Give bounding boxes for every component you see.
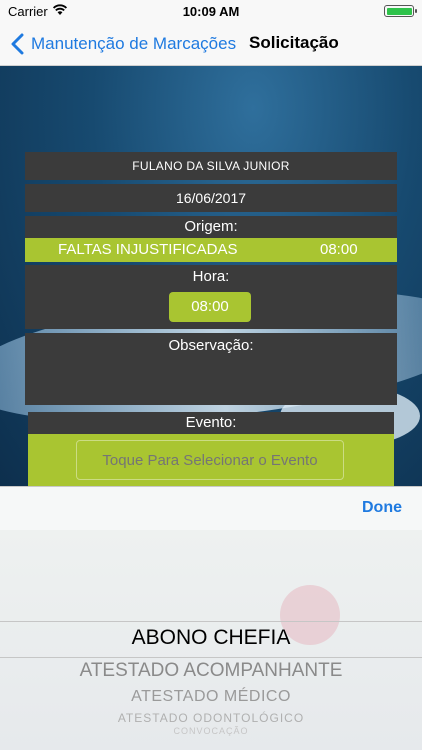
picker-item[interactable]: ATESTADO ACOMPANHANTE [0,660,422,682]
back-button[interactable]: Manutenção de Marcações [31,34,236,54]
evento-section: Evento: [28,412,394,486]
picker-item[interactable]: CONVOCAÇÃO [0,726,422,736]
status-bar: Carrier 10:09 AM [0,0,422,22]
hora-label: Hora: [192,268,230,285]
picker-item[interactable]: ATESTADO MÉDICO [0,688,422,706]
origin-label: Origem: [184,218,238,235]
picker-toolbar: Done [0,486,422,530]
picker-selection-top-line [0,621,422,622]
evento-select-field[interactable] [76,440,344,480]
date-field: 16/06/2017 [25,184,397,212]
picker-selection-bottom-line [0,657,422,658]
observacao-label: Observação: [168,337,254,354]
observacao-section[interactable]: Observação: [25,333,397,405]
chevron-left-icon[interactable] [10,33,26,55]
evento-label: Evento: [28,412,394,434]
picker-item[interactable]: ATESTADO ODONTOLÓGICO [0,711,422,725]
hora-time-button[interactable]: 08:00 [169,292,251,322]
employee-name: FULANO DA SILVA JUNIOR [25,152,397,180]
done-button[interactable]: Done [362,499,402,517]
origin-time: 08:00 [320,241,358,258]
hora-section: Hora: 08:00 [25,265,397,329]
origin-event: FALTAS INJUSTIFICADAS [58,241,238,258]
event-picker[interactable]: ABONO CHEFIA ATESTADO ACOMPANHANTE ATEST… [0,530,422,750]
battery-icon [384,5,417,17]
origin-record: FALTAS INJUSTIFICADAS 08:00 [25,238,397,262]
navigation-bar: Manutenção de Marcações Solicitação [0,22,422,66]
origin-section: Origem: FALTAS INJUSTIFICADAS 08:00 [25,216,397,262]
page-title: Solicitação [249,33,339,52]
picker-item[interactable]: ABONO CHEFIA [0,626,422,650]
clock: 10:09 AM [182,4,240,19]
